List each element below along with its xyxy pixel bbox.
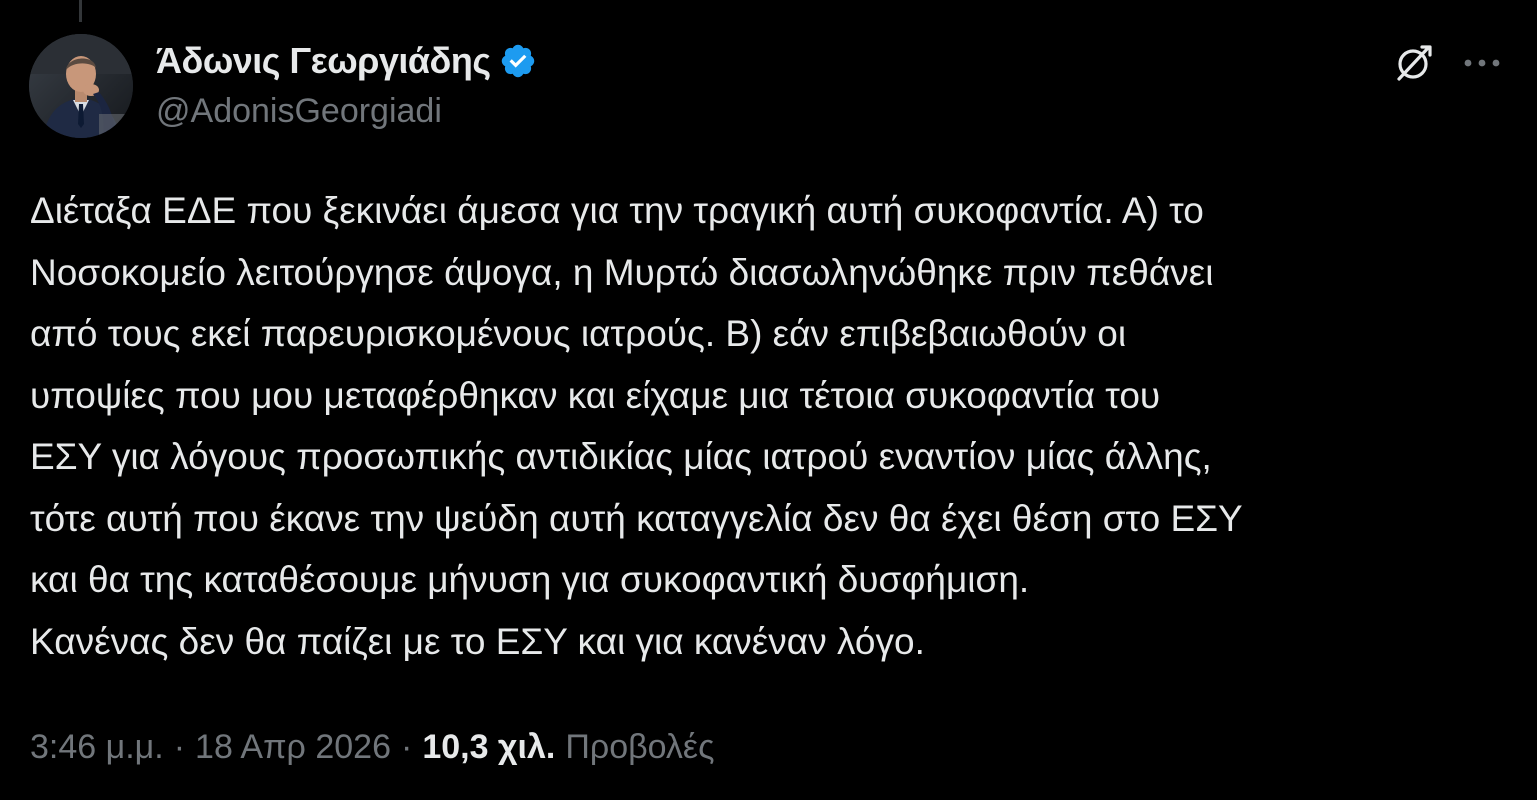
grok-icon	[1397, 45, 1432, 81]
tweet-meta: 3:46 μ.μ. · 18 Απρ 2026 · 10,3 χιλ. Προβ…	[30, 722, 714, 772]
tweet-text-line: Διέταξα ΕΔΕ που ξεκινάει άμεσα για την τ…	[30, 190, 1204, 231]
thread-connector-line	[79, 0, 82, 22]
tweet-text-line: Κανένας δεν θα παίζει με το ΕΣΥ και για …	[30, 620, 925, 662]
tweet-text: Διέταξα ΕΔΕ που ξεκινάει άμεσα για την τ…	[30, 180, 1520, 672]
author-handle[interactable]: @AdonisGeorgiadi	[156, 92, 442, 131]
tweet-text-line: από τους εκεί παρευρισκομένους ιατρούς. …	[30, 313, 1127, 354]
meta-separator: ·	[400, 727, 413, 766]
more-options-button[interactable]	[1459, 40, 1505, 86]
tweet-text-line: Νοσοκομείο λειτούργησε άψογα, η Μυρτώ δι…	[30, 251, 1214, 293]
tweet-text-line: τότε αυτή που έκανε την ψεύδη αυτή καταγ…	[30, 497, 1243, 539]
avatar[interactable]	[29, 34, 133, 138]
more-options-icon	[1464, 59, 1500, 67]
tweet-text-line: και θα της καταθέσουμε μήνυση για συκοφα…	[30, 559, 1030, 600]
tweet-time[interactable]: 3:46 μ.μ.	[30, 728, 164, 767]
meta-separator: ·	[173, 727, 186, 766]
views-label: Προβολές	[565, 727, 715, 766]
views-count[interactable]: 10,3 χιλ.	[422, 728, 555, 767]
display-name[interactable]: Άδωνις Γεωργιάδης	[156, 40, 491, 82]
tweet-text-line: ΕΣΥ για λόγους προσωπικής αντιδικίας μία…	[30, 436, 1212, 477]
profile-photo-icon	[29, 34, 133, 138]
grok-button[interactable]	[1391, 40, 1437, 86]
tweet-text-line: υποψίες που μου μεταφέρθηκαν και είχαμε …	[30, 374, 1161, 416]
tweet-date[interactable]: 18 Απρ 2026	[195, 728, 391, 767]
verified-badge-icon[interactable]	[499, 42, 537, 80]
author-name-row: Άδωνις Γεωργιάδης	[156, 38, 537, 84]
